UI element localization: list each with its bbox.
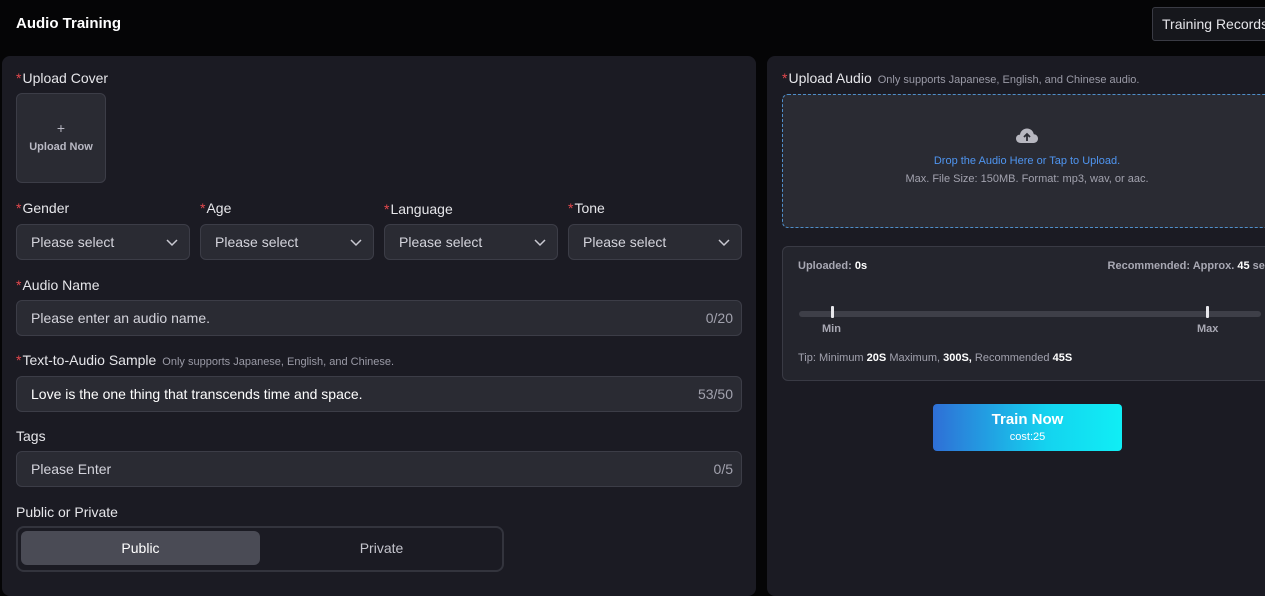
private-option[interactable]: Private — [262, 531, 501, 565]
audio-name-label: *Audio Name — [16, 277, 100, 293]
tags-placeholder: Please Enter — [31, 461, 112, 477]
required-mark: * — [782, 70, 788, 86]
tone-select[interactable]: Please select — [568, 224, 742, 260]
duration-card: Uploaded: 0s Recommended: Approx. 45 sec… — [782, 246, 1265, 381]
upload-limits-text: Max. File Size: 150MB. Format: mp3, wav,… — [905, 173, 1149, 185]
required-mark: * — [568, 200, 574, 216]
upload-audio-hint: Only supports Japanese, English, and Chi… — [877, 74, 1140, 86]
language-select[interactable]: Please select — [384, 224, 558, 260]
sample-hint: Only supports Japanese, English, and Chi… — [162, 356, 395, 368]
plus-icon: + — [56, 120, 66, 136]
required-mark: * — [200, 200, 206, 216]
audio-name-input[interactable]: Please enter an audio name. 0/20 — [16, 300, 742, 336]
sample-text-input[interactable]: Love is the one thing that transcends ti… — [16, 376, 742, 412]
visibility-label: Public or Private — [16, 504, 118, 520]
public-option[interactable]: Public — [21, 531, 260, 565]
required-mark: * — [16, 277, 22, 293]
min-label: Min — [822, 323, 841, 335]
top-bar: Audio Training Training Records — [0, 0, 1265, 52]
max-thumb — [1206, 306, 1209, 318]
train-cost-label: cost:25 — [1009, 431, 1046, 443]
sample-label: *Text-to-Audio Sample Only supports Japan… — [16, 352, 395, 368]
upload-now-label: Upload Now — [29, 141, 93, 153]
required-mark: * — [16, 200, 22, 216]
gender-select-value: Please select — [31, 234, 115, 250]
sample-text-value: Love is the one thing that transcends ti… — [31, 386, 363, 402]
language-label: *Language — [384, 201, 453, 217]
tags-input[interactable]: Please Enter 0/5 — [16, 451, 742, 487]
required-mark: * — [16, 352, 22, 368]
train-now-button[interactable]: Train Now cost:25 — [933, 404, 1122, 451]
age-select-value: Please select — [215, 234, 299, 250]
upload-cover-label: *Upload Cover — [16, 70, 109, 86]
language-select-value: Please select — [399, 234, 483, 250]
upload-cover-button[interactable]: + Upload Now — [16, 93, 106, 183]
required-mark: * — [384, 201, 390, 217]
gender-label: *Gender — [16, 200, 70, 216]
duration-range-track — [799, 306, 1261, 318]
audio-name-placeholder: Please enter an audio name. — [31, 310, 211, 326]
required-mark: * — [16, 70, 22, 86]
sample-char-count: 53/50 — [697, 386, 733, 402]
upload-audio-panel: *Upload Audio Only supports Japanese, Eng… — [767, 56, 1265, 596]
chevron-down-icon — [718, 239, 730, 247]
tags-count: 0/5 — [713, 461, 733, 477]
page-title: Audio Training — [16, 15, 121, 32]
age-select[interactable]: Please select — [200, 224, 374, 260]
duration-tip: Tip: Minimum 20S Maximum, 300S, Recommen… — [798, 352, 1073, 364]
tags-label: Tags — [16, 428, 46, 444]
gender-select[interactable]: Please select — [16, 224, 190, 260]
uploaded-duration: Uploaded: 0s — [798, 260, 868, 272]
drop-audio-link[interactable]: Drop the Audio Here or Tap to Upload. — [783, 155, 1265, 167]
train-now-label: Train Now — [991, 411, 1064, 428]
visibility-toggle: Public Private — [16, 526, 504, 572]
chevron-down-icon — [166, 239, 178, 247]
audio-name-char-count: 0/20 — [705, 310, 733, 326]
min-thumb — [831, 306, 834, 318]
tone-select-value: Please select — [583, 234, 667, 250]
max-label: Max — [1197, 323, 1219, 335]
upload-audio-label: *Upload Audio Only supports Japanese, Eng… — [782, 70, 1140, 86]
audio-dropzone[interactable]: Drop the Audio Here or Tap to Upload. Ma… — [782, 94, 1265, 228]
recommended-duration: Recommended: Approx. 45 sec — [1107, 260, 1265, 272]
chevron-down-icon — [350, 239, 362, 247]
training-records-button[interactable]: Training Records — [1152, 7, 1265, 41]
age-label: *Age — [200, 200, 232, 216]
chevron-down-icon — [534, 239, 546, 247]
training-form-panel: *Upload Cover + Upload Now *Gender *Age … — [2, 56, 756, 596]
cloud-upload-icon — [1016, 128, 1038, 143]
tone-label: *Tone — [568, 200, 605, 216]
